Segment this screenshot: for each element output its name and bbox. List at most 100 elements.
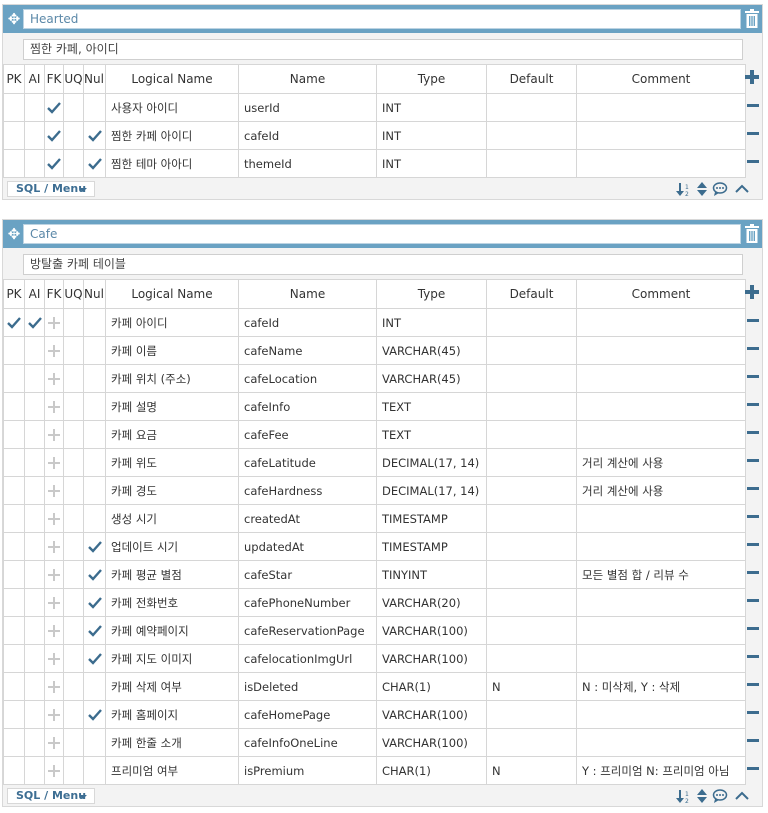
uq-checkbox[interactable] (63, 93, 84, 122)
add-column-icon[interactable] (744, 69, 760, 85)
null-checkbox[interactable] (83, 700, 106, 729)
fk-checkbox[interactable] (44, 308, 64, 337)
logical-name-cell[interactable]: 카페 위도 (105, 448, 239, 477)
comment-cell[interactable] (576, 532, 746, 561)
comment-cell[interactable] (576, 728, 746, 757)
uq-checkbox[interactable] (63, 308, 84, 337)
logical-name-cell[interactable]: 카페 경도 (105, 476, 239, 505)
uq-checkbox[interactable] (63, 560, 84, 589)
null-checkbox[interactable] (83, 336, 106, 365)
ai-checkbox[interactable] (24, 644, 45, 673)
delete-row-icon[interactable] (747, 739, 759, 742)
ai-checkbox[interactable] (24, 476, 45, 505)
default-cell[interactable] (486, 93, 577, 122)
type-cell[interactable]: VARCHAR(100) (376, 616, 487, 645)
comment-cell[interactable] (576, 504, 746, 533)
ai-checkbox[interactable] (24, 420, 45, 449)
fk-checkbox[interactable] (44, 728, 64, 757)
pk-checkbox[interactable] (3, 364, 25, 393)
null-checkbox[interactable] (83, 308, 106, 337)
table-row[interactable]: 카페 이름 cafeName VARCHAR(45) (3, 336, 746, 365)
fk-checkbox[interactable] (44, 121, 64, 150)
table-row[interactable]: 카페 전화번호 cafePhoneNumber VARCHAR(20) (3, 588, 746, 617)
type-cell[interactable]: CHAR(1) (376, 672, 487, 701)
comment-icon[interactable] (712, 788, 728, 804)
comment-cell[interactable] (576, 149, 746, 178)
table-row[interactable]: 카페 설명 cafeInfo TEXT (3, 392, 746, 421)
table-row[interactable]: 생성 시기 createdAt TIMESTAMP (3, 504, 746, 533)
logical-name-cell[interactable]: 카페 요금 (105, 420, 239, 449)
type-cell[interactable]: DECIMAL(17, 14) (376, 476, 487, 505)
ai-checkbox[interactable] (24, 121, 45, 150)
comment-cell[interactable] (576, 336, 746, 365)
delete-row-icon[interactable] (747, 403, 759, 406)
fk-checkbox[interactable] (44, 420, 64, 449)
name-cell[interactable]: cafeId (238, 121, 377, 150)
type-cell[interactable]: VARCHAR(100) (376, 728, 487, 757)
default-cell[interactable] (486, 728, 577, 757)
expand-collapse-icon[interactable] (696, 181, 708, 197)
comment-cell[interactable] (576, 308, 746, 337)
comment-cell[interactable] (576, 420, 746, 449)
table-row[interactable]: 찜한 카페 아이디 cafeId INT (3, 121, 746, 150)
comment-cell[interactable]: N : 미삭제, Y : 삭제 (576, 672, 746, 701)
move-icon[interactable]: ✥ (6, 226, 22, 242)
pk-checkbox[interactable] (3, 560, 25, 589)
default-cell[interactable] (486, 476, 577, 505)
logical-name-cell[interactable]: 카페 아이디 (105, 308, 239, 337)
uq-checkbox[interactable] (63, 121, 84, 150)
logical-name-cell[interactable]: 카페 설명 (105, 392, 239, 421)
table-name-input[interactable]: Cafe (23, 224, 741, 244)
logical-name-cell[interactable]: 프리미엄 여부 (105, 756, 239, 785)
ai-checkbox[interactable] (24, 588, 45, 617)
ai-checkbox[interactable] (24, 700, 45, 729)
fk-checkbox[interactable] (44, 364, 64, 393)
ai-checkbox[interactable] (24, 149, 45, 178)
fk-checkbox[interactable] (44, 560, 64, 589)
default-cell[interactable] (486, 121, 577, 150)
type-cell[interactable]: VARCHAR(45) (376, 364, 487, 393)
name-cell[interactable]: cafeHomePage (238, 700, 377, 729)
name-cell[interactable]: userId (238, 93, 377, 122)
comment-cell[interactable] (576, 588, 746, 617)
ai-checkbox[interactable] (24, 532, 45, 561)
delete-row-icon[interactable] (747, 627, 759, 630)
delete-row-icon[interactable] (747, 104, 759, 107)
table-card-hearted[interactable]: ✥ Hearted 찜한 카페, 아이디 PK AI FK UQ Null Logical… (2, 4, 763, 200)
null-checkbox[interactable] (83, 560, 106, 589)
comment-cell[interactable]: 거리 계산에 사용 (576, 448, 746, 477)
pk-checkbox[interactable] (3, 504, 25, 533)
name-cell[interactable]: cafelocationImgUrl (238, 644, 377, 673)
table-titlebar[interactable]: ✥ Hearted (3, 5, 762, 33)
ai-checkbox[interactable] (24, 308, 45, 337)
table-row[interactable]: 카페 아이디 cafeId INT (3, 308, 746, 337)
fk-checkbox[interactable] (44, 588, 64, 617)
sort-icon[interactable]: 12 (676, 788, 692, 804)
default-cell[interactable] (486, 308, 577, 337)
name-cell[interactable]: cafeLatitude (238, 448, 377, 477)
logical-name-cell[interactable]: 카페 홈페이지 (105, 700, 239, 729)
pk-checkbox[interactable] (3, 616, 25, 645)
name-cell[interactable]: cafePhoneNumber (238, 588, 377, 617)
uq-checkbox[interactable] (63, 364, 84, 393)
null-checkbox[interactable] (83, 644, 106, 673)
uq-checkbox[interactable] (63, 728, 84, 757)
collapse-up-icon[interactable] (734, 788, 750, 804)
type-cell[interactable]: VARCHAR(45) (376, 336, 487, 365)
type-cell[interactable]: CHAR(1) (376, 756, 487, 785)
name-cell[interactable]: cafeFee (238, 420, 377, 449)
null-checkbox[interactable] (83, 728, 106, 757)
type-cell[interactable]: VARCHAR(20) (376, 588, 487, 617)
default-cell[interactable] (486, 616, 577, 645)
comment-cell[interactable]: Y : 프리미엄 N: 프리미엄 아님 (576, 756, 746, 785)
null-checkbox[interactable] (83, 532, 106, 561)
pk-checkbox[interactable] (3, 756, 25, 785)
ai-checkbox[interactable] (24, 672, 45, 701)
default-cell[interactable]: N (486, 756, 577, 785)
fk-checkbox[interactable] (44, 149, 64, 178)
uq-checkbox[interactable] (63, 392, 84, 421)
type-cell[interactable]: VARCHAR(100) (376, 700, 487, 729)
logical-name-cell[interactable]: 카페 예약페이지 (105, 616, 239, 645)
ai-checkbox[interactable] (24, 93, 45, 122)
table-row[interactable]: 카페 한줄 소개 cafeInfoOneLine VARCHAR(100) (3, 728, 746, 757)
